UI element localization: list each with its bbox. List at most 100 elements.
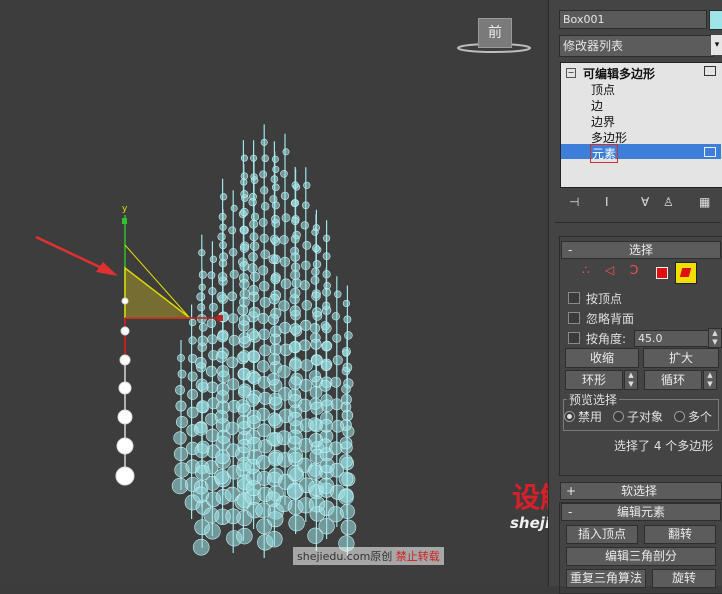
modifier-list-arrow-icon[interactable]: ▾ [711, 35, 722, 55]
bead [239, 243, 249, 253]
bead [250, 212, 260, 221]
bead [320, 321, 330, 331]
bead [240, 207, 249, 217]
vertex-mode-icon[interactable]: ∴ [582, 263, 590, 277]
bead [187, 371, 198, 382]
bead [173, 446, 189, 462]
bead [311, 354, 323, 366]
bead [272, 165, 280, 173]
make-unique-icon[interactable]: ∀ [641, 195, 649, 209]
soft-selection-rollout-header[interactable]: + 软选择 [560, 482, 722, 500]
by-vertex-checkbox[interactable] [568, 292, 580, 304]
bead [260, 249, 271, 260]
bead [308, 370, 321, 383]
preview-subobject-radio[interactable] [613, 411, 624, 422]
bead [193, 421, 208, 436]
stack-root-icon [704, 66, 716, 76]
bead [208, 302, 218, 312]
bead [278, 300, 290, 312]
configure-modifiers-icon[interactable]: ▦ [699, 195, 710, 209]
bead [344, 331, 353, 340]
flip-button[interactable]: 翻转 [644, 525, 716, 544]
bead [219, 252, 228, 262]
element-mode-button[interactable] [675, 262, 697, 284]
bead [269, 343, 282, 356]
bead [173, 431, 187, 445]
bead [322, 252, 331, 261]
remove-modifier-icon[interactable]: ♙ [663, 195, 674, 209]
by-angle-checkbox[interactable] [568, 332, 580, 344]
turn-button[interactable]: 旋转 [652, 569, 716, 588]
preview-multi-radio[interactable] [674, 411, 685, 422]
bead [261, 202, 270, 211]
stack-item-element[interactable]: 元素 [589, 144, 619, 163]
stack-item-vertex[interactable]: 顶点 [591, 81, 615, 98]
by-angle-spinner[interactable]: ▲ ▼ [708, 328, 722, 348]
preview-disabled-radio[interactable] [564, 411, 575, 422]
bead [269, 234, 279, 244]
show-end-result-icon[interactable]: Ⅰ [605, 195, 609, 209]
bead [249, 241, 260, 251]
brand-url: shejiedu.com [510, 514, 548, 532]
bead [291, 181, 299, 189]
bead [300, 319, 312, 331]
selected-bead [116, 437, 134, 455]
modifier-list-dropdown[interactable]: 修改器列表 [559, 35, 714, 57]
object-name-field[interactable]: Box001 [559, 10, 707, 29]
bead [217, 272, 228, 282]
polygon-mode-icon[interactable] [656, 267, 668, 279]
preview-multi-label: 多个 [688, 410, 713, 424]
stack-item-edge[interactable]: 边 [591, 97, 603, 114]
edit-triangulation-button[interactable]: 编辑三角剖分 [566, 547, 716, 566]
edge-mode-icon[interactable]: ◁ [605, 263, 614, 277]
bead [217, 331, 229, 343]
bead [300, 221, 309, 230]
bead [229, 248, 238, 257]
bead [319, 419, 333, 433]
bead [288, 358, 302, 372]
bead [198, 322, 208, 332]
viewcube-front-face[interactable]: 前 [478, 18, 512, 48]
bead [338, 471, 354, 487]
soft-selection-collapse-label: + [566, 484, 577, 498]
retriangulate-button[interactable]: 重复三角算法 [566, 569, 646, 588]
bead [227, 378, 240, 391]
stack-item-border[interactable]: 边界 [591, 113, 615, 130]
bead [288, 411, 303, 427]
bead [209, 255, 217, 263]
bead [239, 261, 250, 272]
bead [323, 234, 331, 242]
bead [246, 393, 260, 407]
pin-stack-icon[interactable]: ⊣ [569, 195, 579, 209]
stack-root-editable-poly[interactable]: 可编辑多边形 [583, 65, 655, 82]
bead [266, 530, 283, 548]
grow-button[interactable]: 扩大 [643, 348, 719, 368]
bead [320, 360, 332, 372]
shrink-button[interactable]: 收缩 [565, 348, 639, 368]
bead [303, 181, 311, 189]
viewport-front[interactable]: y 设解读 shejiedu.com 前 shejiedu.com原创 禁止转载 [0, 0, 548, 586]
ring-spinner[interactable]: ▲ ▼ [624, 370, 638, 390]
ignore-backfacing-checkbox[interactable] [568, 312, 580, 324]
loop-spinner[interactable]: ▲ ▼ [703, 370, 717, 390]
edit-elements-rollout-header[interactable]: - 编辑元素 [561, 503, 721, 521]
bead [218, 212, 227, 221]
bead [299, 378, 313, 392]
object-color-swatch[interactable] [709, 10, 722, 30]
bead [248, 284, 259, 296]
loop-button[interactable]: 循环 [644, 370, 702, 390]
bead [280, 170, 288, 178]
by-angle-input[interactable]: 45.0 [634, 330, 709, 347]
stack-collapse-icon[interactable]: − [566, 68, 576, 78]
watermark-notice: 禁止转载 [395, 550, 440, 563]
insert-vertex-button[interactable]: 插入顶点 [566, 525, 638, 544]
viewport-canvas[interactable]: y 设解读 shejiedu.com [0, 0, 548, 586]
selected-bead [118, 381, 132, 395]
selection-rollout-header[interactable]: - 选择 [561, 241, 721, 259]
bead [176, 415, 189, 428]
border-mode-icon[interactable]: Ɔ [630, 263, 638, 277]
modifier-stack[interactable]: − 可编辑多边形 顶点 边 边界 多边形 元素 [560, 62, 722, 188]
bead [311, 307, 322, 318]
bead [270, 274, 281, 285]
ring-button[interactable]: 环形 [565, 370, 623, 390]
